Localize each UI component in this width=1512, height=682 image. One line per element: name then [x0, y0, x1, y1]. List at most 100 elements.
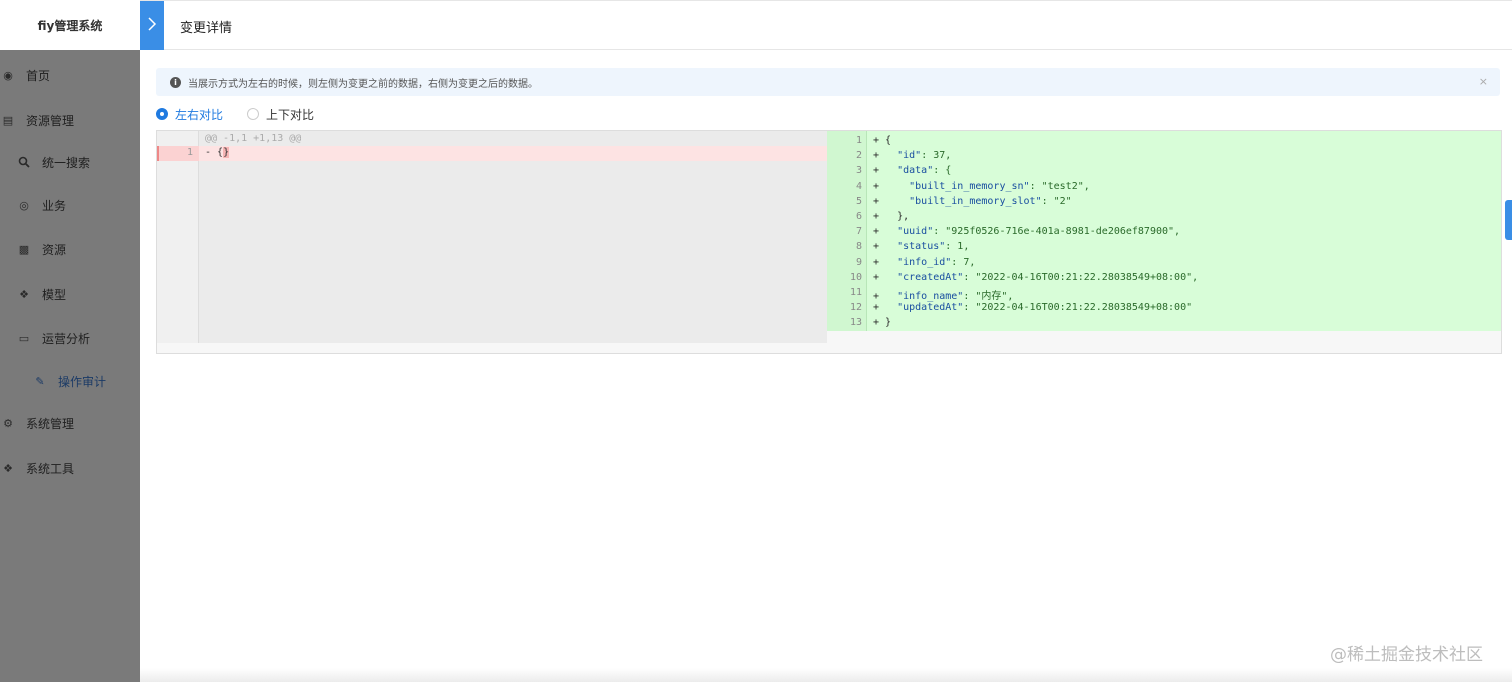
model-icon: ❖	[19, 287, 29, 301]
line-number: 1	[186, 147, 193, 158]
json-value: : "2022-04-16T00:21:22.28038549+08:00",	[963, 271, 1199, 283]
tools-icon: ❖	[3, 461, 13, 475]
view-mode-radio-group: 左右对比 上下对比	[156, 106, 338, 122]
monitor-icon: ▭	[18, 331, 30, 345]
diff-added-line: 2 + "id": 37,	[827, 149, 1501, 164]
diff-line-code: + },	[873, 211, 909, 222]
sidebar-item-label: 业务	[42, 198, 67, 213]
sidebar-item-label: 模型	[42, 287, 67, 302]
chevron-right-icon	[147, 16, 157, 35]
json-key: "built_in_memory_slot"	[909, 195, 1042, 207]
diff-added-line: 12 + "updatedAt": "2022-04-16T00:21:22.28…	[827, 301, 1501, 316]
diff-viewer: @@ -1,1 +1,13 @@ 1 - {} 1 + {2 + "id": 37,…	[156, 130, 1502, 354]
diff-removed-line: 1 - {}	[157, 146, 827, 161]
json-key: "createdAt"	[897, 271, 964, 283]
sidebar-toggle-button[interactable]	[140, 1, 164, 50]
line-number: 13	[849, 317, 862, 329]
sidebar-item-label: 统一搜索	[42, 155, 91, 170]
line-number: 11	[849, 287, 862, 298]
info-alert: i 当展示方式为左右的时候，则左侧为变更之前的数据，右侧为变更之后的数据。 ×	[156, 68, 1500, 96]
diff-added-line: 7 + "uuid": "925f0526-716e-401a-8981-de20…	[827, 225, 1501, 240]
app-root: fiy管理系统 ◉ 首页 ▤ 资源管理 统一搜索 ◎ 业务 ▩ 资源 ❖ 模型	[0, 0, 1512, 682]
json-key: "data"	[897, 165, 934, 177]
sidebar-item-operation-audit[interactable]: ✎ 操作审计	[0, 369, 140, 393]
json-value: : 37,	[921, 150, 952, 162]
radio-dot	[247, 108, 260, 120]
sidebar-item-business[interactable]: ◎ 业务	[0, 193, 140, 217]
diff-line-code: + }	[873, 317, 891, 328]
json-key: "id"	[897, 150, 922, 162]
settings-icon: ⚙	[3, 416, 13, 430]
line-number: 12	[849, 302, 862, 314]
page-title: 变更详情	[180, 21, 233, 36]
audit-icon: ✎	[35, 374, 45, 388]
json-value: : "925f0526-716e-401a-8981-de206ef87900"…	[933, 226, 1181, 238]
json-key: "info_id"	[897, 256, 952, 268]
sidebar-item-label: 系统工具	[26, 461, 75, 476]
sidebar-item-label: 资源管理	[26, 113, 75, 128]
sidebar-item-system-management[interactable]: ⚙ 系统管理	[0, 411, 140, 435]
scrollbar-handle[interactable]	[1505, 200, 1512, 240]
removed-code-highlight: }	[223, 147, 230, 158]
alert-close-button[interactable]: ×	[1479, 75, 1488, 88]
diff-left-pane: @@ -1,1 +1,13 @@ 1 - {}	[157, 131, 827, 343]
sidebar-item-resource-management[interactable]: ▤ 资源管理	[0, 108, 140, 132]
sidebar-item-label: 首页	[26, 68, 51, 83]
diff-line-code: + "info_id": 7,	[873, 257, 975, 268]
sidebar-item-label: 系统管理	[26, 416, 75, 431]
diff-line-code: + "built_in_memory_slot": "2"	[873, 196, 1072, 207]
radio-side-by-side[interactable]: 左右对比	[156, 106, 223, 123]
line-number: 4	[855, 180, 862, 192]
sidebar-item-resource[interactable]: ▩ 资源	[0, 237, 140, 261]
diff-line-code: - {}	[205, 147, 230, 158]
radio-top-bottom[interactable]: 上下对比	[247, 106, 314, 123]
json-brace: }	[879, 317, 892, 329]
dashboard-icon: ◉	[3, 68, 13, 82]
line-number: 8	[855, 241, 862, 253]
sidebar-item-label: 操作审计	[58, 374, 107, 389]
sidebar-item-model[interactable]: ❖ 模型	[0, 282, 140, 306]
diff-added-line: 13 + }	[827, 316, 1501, 331]
search-icon	[18, 156, 30, 168]
diff-added-line: 5 + "built_in_memory_slot": "2"	[827, 195, 1501, 210]
diff-line-code: + "uuid": "925f0526-716e-401a-8981-de206…	[873, 226, 1180, 237]
diff-line-code: + "data": {	[873, 165, 951, 176]
json-value: : "test2",	[1029, 180, 1090, 192]
page-header: 变更详情	[140, 0, 1512, 50]
json-value: : 7,	[951, 256, 976, 268]
diff-line-gutter: 1	[157, 146, 199, 161]
sidebar: fiy管理系统 ◉ 首页 ▤ 资源管理 统一搜索 ◎ 业务 ▩ 资源 ❖ 模型	[0, 0, 140, 682]
diff-line-code: + "status": 1,	[873, 241, 969, 252]
sidebar-item-home[interactable]: ◉ 首页	[0, 63, 140, 87]
diff-line-code: + "info_name": "内存",	[873, 287, 1013, 302]
line-number: 10	[849, 271, 862, 283]
resource-icon: ▩	[18, 242, 30, 256]
json-value: : {	[933, 165, 952, 177]
json-key: "status"	[897, 241, 946, 253]
diff-right-pane: 1 + {2 + "id": 37, 3 + "data": {4 + "built_in…	[827, 131, 1501, 331]
json-value: : "2022-04-16T00:21:22.28038549+08:00"	[963, 302, 1193, 314]
radio-dot	[156, 108, 168, 120]
json-key: "updatedAt"	[897, 302, 964, 314]
sidebar-item-label: 运营分析	[42, 331, 91, 346]
sidebar-item-label: 资源	[42, 242, 67, 257]
sidebar-item-operation-analysis[interactable]: ▭ 运营分析	[0, 326, 140, 350]
footer-shadow	[140, 668, 1512, 682]
sidebar-item-unified-search[interactable]: 统一搜索	[0, 150, 140, 174]
diff-line-code: + "createdAt": "2022-04-16T00:21:22.2803…	[873, 272, 1198, 283]
diff-added-line: 8 + "status": 1,	[827, 240, 1501, 255]
line-number: 9	[855, 256, 862, 268]
diff-added-line: 1 + {	[827, 134, 1501, 149]
diff-line-code: + {	[873, 135, 891, 146]
json-brace: {	[879, 135, 892, 146]
sidebar-item-system-tools[interactable]: ❖ 系统工具	[0, 456, 140, 480]
